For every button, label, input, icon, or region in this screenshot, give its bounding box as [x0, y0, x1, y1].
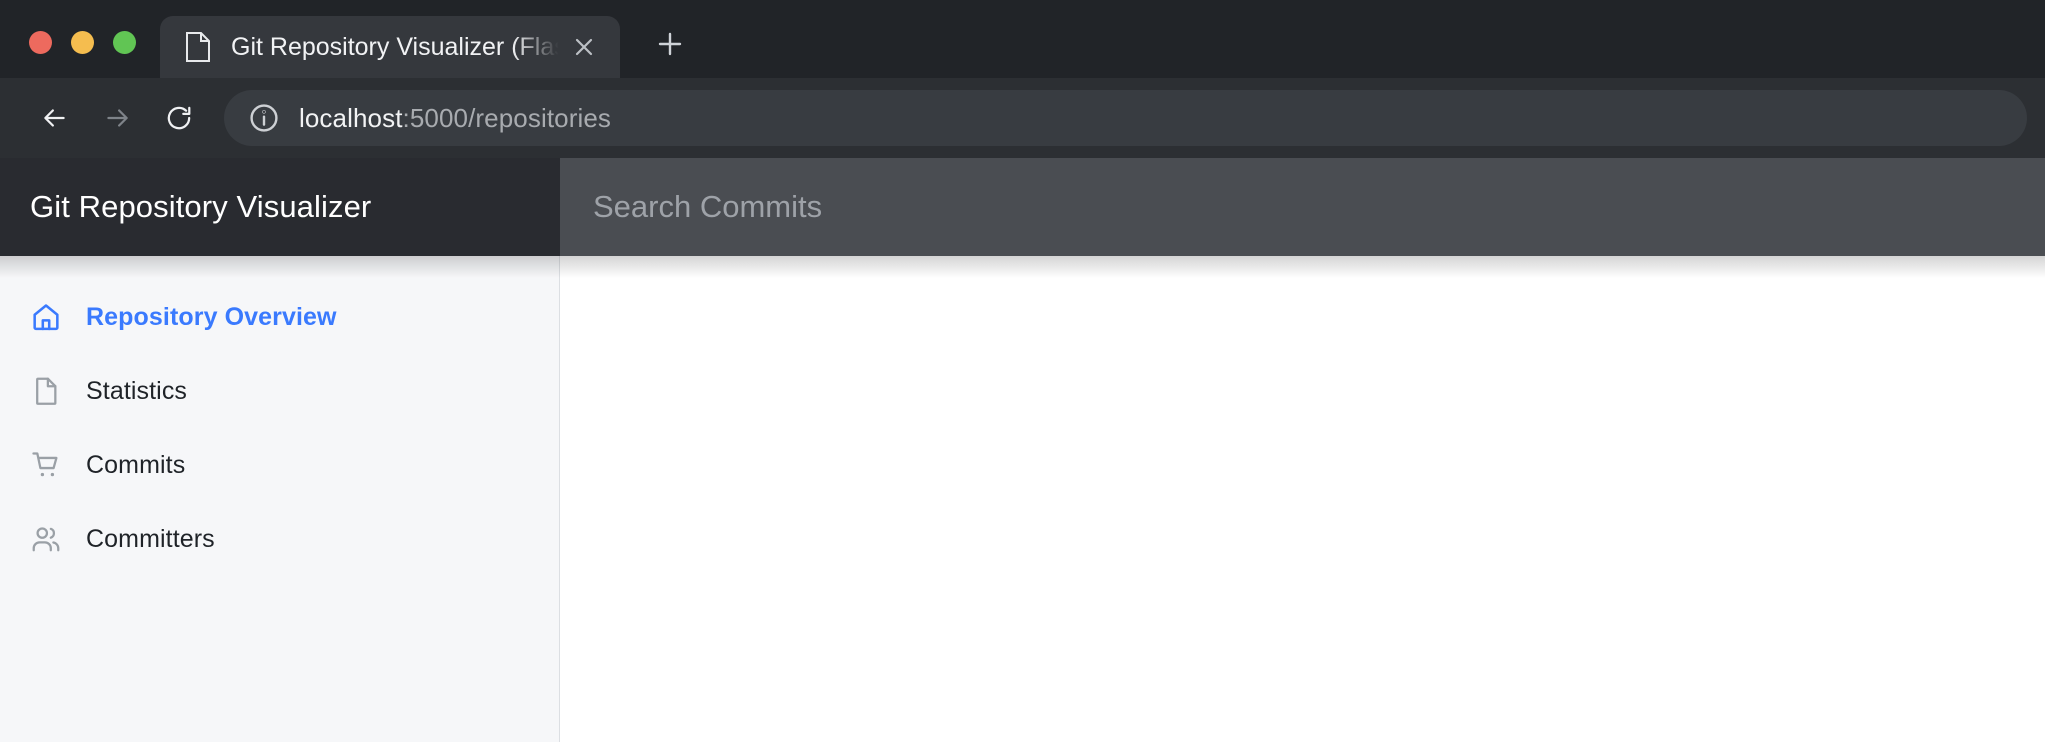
home-icon — [30, 301, 62, 333]
page-icon — [185, 32, 211, 62]
users-icon — [30, 523, 62, 555]
sidebar-item-commits[interactable]: Commits — [0, 428, 559, 502]
sidebar-item-label: Committers — [86, 524, 215, 553]
close-tab-icon[interactable] — [562, 25, 606, 69]
cart-icon — [30, 449, 62, 481]
sidebar-item-repository-overview[interactable]: Repository Overview — [0, 280, 559, 354]
search-input[interactable] — [593, 189, 2045, 225]
info-circle-icon[interactable] — [248, 102, 280, 134]
browser-tab[interactable]: Git Repository Visualizer (Flask — [160, 16, 620, 78]
url-path: :5000/repositories — [402, 102, 612, 133]
tab-title: Git Repository Visualizer (Flask — [231, 32, 562, 61]
sidebar-item-label: Repository Overview — [86, 302, 337, 331]
browser-window: Git Repository Visualizer (Flask localho… — [0, 0, 2045, 742]
app-header: Git Repository Visualizer — [0, 158, 2045, 256]
document-icon — [30, 375, 62, 407]
page-viewport: Git Repository Visualizer Repository Ove… — [0, 158, 2045, 742]
new-tab-button[interactable] — [642, 16, 698, 72]
search-bar[interactable] — [560, 158, 2045, 256]
back-button[interactable] — [24, 87, 86, 149]
maximize-window-button[interactable] — [113, 31, 136, 54]
sidebar-item-label: Statistics — [86, 376, 188, 405]
forward-button[interactable] — [86, 87, 148, 149]
tab-strip: Git Repository Visualizer (Flask — [0, 0, 2045, 78]
address-bar[interactable]: localhost:5000/repositories — [224, 90, 2027, 146]
url-host: localhost — [299, 102, 403, 133]
reload-button[interactable] — [148, 87, 210, 149]
close-window-button[interactable] — [29, 31, 52, 54]
app-brand-bar: Git Repository Visualizer — [0, 158, 560, 256]
minimize-window-button[interactable] — [71, 31, 94, 54]
sidebar: Repository Overview Statistics Commits C… — [0, 256, 560, 742]
page-body: Repository Overview Statistics Commits C… — [0, 256, 2045, 742]
sidebar-item-statistics[interactable]: Statistics — [0, 354, 559, 428]
sidebar-item-label: Commits — [86, 450, 186, 479]
page-title: Git Repository Visualizer — [30, 189, 372, 224]
url-text: localhost:5000/repositories — [299, 103, 611, 134]
sidebar-item-committers[interactable]: Committers — [0, 502, 559, 576]
window-controls — [0, 31, 156, 78]
browser-toolbar: localhost:5000/repositories — [0, 78, 2045, 158]
main-content — [560, 256, 2045, 742]
